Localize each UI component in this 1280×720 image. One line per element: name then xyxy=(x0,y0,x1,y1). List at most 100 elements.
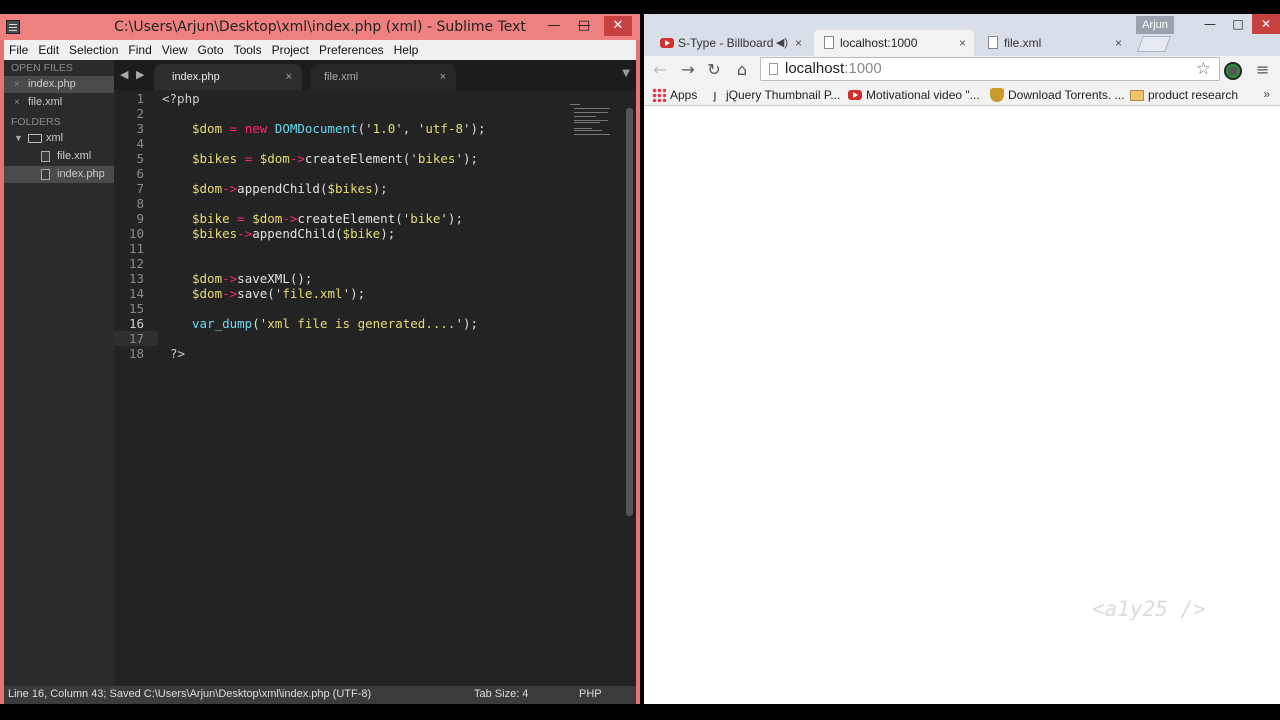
line-number-current: 16 xyxy=(128,316,144,331)
token: = xyxy=(222,121,245,136)
menu-help[interactable]: Help xyxy=(389,40,424,60)
line-number: 2 xyxy=(136,106,144,121)
chevron-down-icon[interactable]: ▼ xyxy=(14,130,23,147)
menu-project[interactable]: Project xyxy=(267,40,314,60)
menu-view[interactable]: View xyxy=(157,40,193,60)
bookmark-motivational-video[interactable]: Motivational video "... xyxy=(846,87,980,103)
youtube-icon xyxy=(660,38,674,48)
menu-edit[interactable]: Edit xyxy=(33,40,64,60)
minimap[interactable] xyxy=(570,104,622,140)
address-bar[interactable]: localhost:1000 ☆ xyxy=(760,57,1220,81)
tab-file-xml[interactable]: file.xml × xyxy=(978,30,1130,56)
token: new xyxy=(244,121,268,136)
tab-label: file.xml xyxy=(1004,36,1042,50)
token: -> xyxy=(222,286,238,301)
bookmark-label: Download Torrents. ... xyxy=(1008,88,1125,102)
line-number: 17 xyxy=(128,331,144,346)
folder-file-label: file.xml xyxy=(57,150,92,162)
chrome-tab-strip: Arjun — □ ✕ S-Type - Billboard ◀) × loca… xyxy=(644,14,1280,56)
menu-goto[interactable]: Goto xyxy=(193,40,229,60)
token: ); xyxy=(380,226,396,241)
close-icon[interactable]: × xyxy=(795,30,802,56)
token: -> xyxy=(289,151,305,166)
profile-badge[interactable]: Arjun xyxy=(1136,16,1174,34)
open-file-index-php[interactable]: × index.php xyxy=(4,76,114,93)
tab-localhost[interactable]: localhost:1000 × xyxy=(814,30,974,56)
token: (' xyxy=(252,316,268,331)
open-file-file-xml[interactable]: × file.xml xyxy=(4,94,114,111)
menu-selection[interactable]: Selection xyxy=(64,40,123,60)
token: (' xyxy=(267,286,283,301)
sublime-titlebar: C:\Users\Arjun\Desktop\xml\index.php (xm… xyxy=(0,14,640,40)
page-viewport[interactable]: <a1y25 /> xyxy=(644,107,1280,704)
folder-xml[interactable]: ▼ xml xyxy=(4,130,114,147)
code-editor[interactable]: <?php $dom = new DOMDocument('1.0', 'utf… xyxy=(162,91,562,406)
token: '); xyxy=(455,316,479,331)
bookmark-label: product research xyxy=(1148,88,1239,102)
folder-file-index-php[interactable]: index.php xyxy=(4,166,114,183)
close-icon[interactable]: × xyxy=(14,76,20,93)
extension-icon[interactable] xyxy=(1224,62,1242,80)
code-line-16: var_dump('xml file is generated....'); xyxy=(192,316,478,331)
bookmark-jquery[interactable]: ȷ jQuery Thumbnail P... xyxy=(706,87,841,103)
menu-preferences[interactable]: Preferences xyxy=(314,40,389,60)
chrome-close-button[interactable]: ✕ xyxy=(1252,14,1280,34)
code-line-9: $bike = $dom->createElement('bike'); xyxy=(192,211,463,226)
forward-arrow-icon[interactable]: → xyxy=(676,58,700,82)
folder-file-file-xml[interactable]: file.xml xyxy=(4,148,114,165)
reload-icon[interactable]: ↻ xyxy=(702,58,726,82)
tab-bar: ◀ ▶ index.php × file.xml × ▼ xyxy=(114,60,636,90)
bookmark-product-research[interactable]: product research xyxy=(1128,87,1238,103)
tab-file-xml[interactable]: file.xml × xyxy=(310,64,456,90)
bookmark-star-icon[interactable]: ☆ xyxy=(1196,58,1211,80)
token: -> xyxy=(222,181,238,196)
line-number: 18 xyxy=(128,346,144,361)
token: '); xyxy=(440,211,463,226)
close-icon[interactable]: × xyxy=(1115,30,1122,56)
tab-s-type-billboard[interactable]: S-Type - Billboard ◀) × xyxy=(644,30,810,56)
close-icon[interactable]: × xyxy=(959,30,966,56)
shield-icon xyxy=(990,88,1004,102)
close-icon[interactable]: × xyxy=(14,94,20,111)
token: 1.0 xyxy=(372,121,396,136)
token: ( xyxy=(319,181,328,196)
new-tab-button[interactable] xyxy=(1137,36,1171,52)
line-number: 9 xyxy=(136,211,144,226)
chrome-maximize-button[interactable]: □ xyxy=(1224,14,1252,34)
sublime-window: C:\Users\Arjun\Desktop\xml\index.php (xm… xyxy=(0,14,640,704)
close-button[interactable]: ✕ xyxy=(604,16,632,36)
token: (' xyxy=(357,121,373,136)
menu-tools[interactable]: Tools xyxy=(229,40,267,60)
url-port: :1000 xyxy=(844,60,882,77)
code-line-18: ?> xyxy=(170,346,186,361)
file-icon xyxy=(41,169,50,180)
token: '); xyxy=(462,121,486,136)
status-syntax[interactable]: PHP xyxy=(579,688,602,700)
tab-index-php[interactable]: index.php × xyxy=(154,64,302,90)
chrome-minimize-button[interactable]: — xyxy=(1196,14,1224,34)
home-icon[interactable]: ⌂ xyxy=(730,58,754,82)
jquery-icon: ȷ xyxy=(713,87,717,102)
back-arrow-icon[interactable]: ← xyxy=(648,58,672,82)
bookmarks-overflow-icon[interactable]: » xyxy=(1263,87,1270,101)
speaker-icon[interactable]: ◀) xyxy=(776,30,788,56)
close-icon[interactable]: × xyxy=(286,64,292,90)
tab-label: S-Type - Billboard xyxy=(678,36,774,50)
menu-find[interactable]: Find xyxy=(123,40,156,60)
bookmark-apps[interactable]: Apps xyxy=(650,87,697,103)
bookmark-download-torrents[interactable]: Download Torrents. ... xyxy=(988,87,1125,103)
open-file-label: file.xml xyxy=(28,96,63,108)
chrome-menu-icon[interactable]: ≡ xyxy=(1256,60,1269,79)
maximize-button[interactable]: □ xyxy=(570,16,598,36)
tab-forward-icon[interactable]: ▶ xyxy=(136,68,144,81)
tab-dropdown-icon[interactable]: ▼ xyxy=(622,68,630,79)
status-tab-size[interactable]: Tab Size: 4 xyxy=(474,688,528,700)
minimize-button[interactable]: — xyxy=(540,16,568,36)
close-icon[interactable]: × xyxy=(440,64,446,90)
vertical-scrollbar[interactable] xyxy=(626,108,633,516)
page-icon xyxy=(824,36,834,49)
tab-label: file.xml xyxy=(324,71,359,83)
menu-file[interactable]: File xyxy=(4,40,33,60)
tab-back-icon[interactable]: ◀ xyxy=(120,68,128,81)
